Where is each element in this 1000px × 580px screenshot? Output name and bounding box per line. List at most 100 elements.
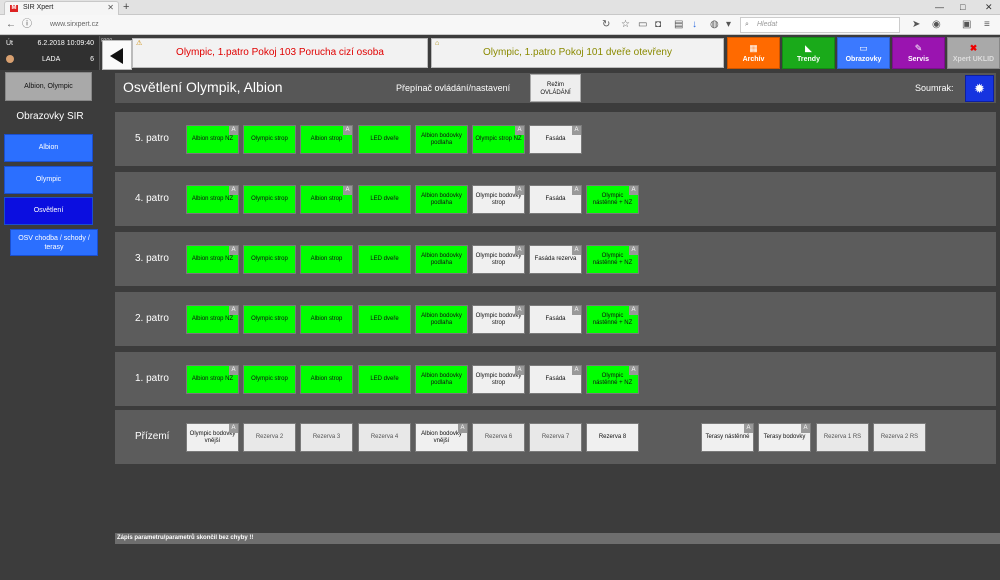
close-tab-icon[interactable]: ✕	[107, 2, 114, 14]
user-row[interactable]: LADA 6	[6, 55, 98, 63]
floor-label: Přízemí	[135, 431, 170, 442]
auto-mode-badge: A	[744, 424, 753, 433]
light-button[interactable]: Albion strop NZ A	[186, 365, 239, 394]
light-button[interactable]: Albion strop	[300, 305, 353, 334]
light-button[interactable]: Albion bodovky podlaha	[415, 185, 468, 214]
service-button[interactable]: ✎ Servis	[892, 37, 945, 69]
light-button[interactable]: Rezerva 7	[529, 423, 582, 452]
light-button[interactable]: Olympic nástěnné + NZ A	[586, 185, 639, 214]
light-button[interactable]: Olympic bodovky strop A	[472, 185, 525, 214]
date-time: Út 6.2.2018 10:09:40	[6, 40, 98, 47]
auto-mode-badge: A	[229, 366, 238, 375]
light-button[interactable]: LED dveře	[358, 125, 411, 154]
area-button[interactable]: Albion, Olympic	[5, 72, 92, 101]
chevron-down-icon[interactable]: ▾	[726, 18, 731, 32]
sidebar-item-corridor-lighting[interactable]: OSV chodba / schody / terasy	[10, 229, 98, 256]
light-button[interactable]: Terasy bodovky A	[758, 423, 811, 452]
history-icon[interactable]: ◍	[710, 18, 719, 32]
light-button[interactable]: Fasáda A	[529, 305, 582, 334]
reload-icon[interactable]: ↻	[602, 18, 610, 32]
maximize-icon[interactable]: □	[960, 0, 965, 14]
light-button[interactable]: Olympic strop	[243, 365, 296, 394]
light-button[interactable]: Rezerva 4	[358, 423, 411, 452]
light-button[interactable]: Olympic strop	[243, 305, 296, 334]
light-button[interactable]: Rezerva 8	[586, 423, 639, 452]
logout-button[interactable]: ✖ Xpert UKLID	[947, 37, 1000, 69]
light-button[interactable]: Albion bodovky podlaha	[415, 305, 468, 334]
light-button[interactable]: Fasáda A	[529, 125, 582, 154]
light-button[interactable]: Albion strop	[300, 245, 353, 274]
send-icon[interactable]: ➤	[912, 18, 920, 32]
new-tab-icon[interactable]: +	[123, 0, 129, 14]
info-icon[interactable]: ⓘ	[22, 18, 32, 32]
bookmark-star-icon[interactable]: ☆	[621, 18, 630, 32]
light-button[interactable]: Olympic nástěnné + NZ A	[586, 365, 639, 394]
light-label: Terasy bodovky	[763, 434, 806, 440]
sidebar-item-albion[interactable]: Albion	[4, 134, 93, 162]
browser-tab[interactable]: M SIR Xpert ✕	[4, 1, 119, 15]
light-button[interactable]: LED dveře	[358, 365, 411, 394]
light-button[interactable]: Albion strop A	[300, 125, 353, 154]
auto-mode-badge: A	[629, 306, 638, 315]
dusk-button[interactable]: ✹	[965, 75, 994, 102]
light-button[interactable]: Albion bodovky podlaha	[415, 125, 468, 154]
light-button[interactable]: Olympic strop	[243, 245, 296, 274]
screens-button[interactable]: ▭ Obrazovky	[837, 37, 890, 69]
alarm-message-1[interactable]: ⚠ Olympic, 1.patro Pokoj 103 Porucha ciz…	[132, 38, 428, 68]
page-icon[interactable]: ▤	[674, 18, 683, 32]
light-button[interactable]: Albion strop A	[300, 185, 353, 214]
close-window-icon[interactable]: ✕	[985, 0, 993, 14]
download-icon[interactable]: ↓	[692, 18, 697, 32]
light-button[interactable]: Albion strop NZ A	[186, 245, 239, 274]
light-button[interactable]: Albion strop	[300, 365, 353, 394]
light-button[interactable]: Olympic bodovky strop A	[472, 245, 525, 274]
light-button[interactable]: Olympic bodovky strop A	[472, 305, 525, 334]
light-button[interactable]: Albion strop NZ A	[186, 125, 239, 154]
gift-icon[interactable]: ▣	[962, 18, 971, 32]
light-button[interactable]: Rezerva 2 RS	[873, 423, 926, 452]
light-button[interactable]: LED dveře	[358, 305, 411, 334]
light-button[interactable]: Albion bodovky vnější A	[415, 423, 468, 452]
mode-button[interactable]: Režim OVLÁDÁNÍ	[530, 74, 581, 102]
pocket-icon[interactable]: ◘	[655, 18, 661, 32]
tab-title: SIR Xpert	[23, 4, 54, 11]
back-icon[interactable]: ←	[6, 18, 16, 32]
light-button[interactable]: Fasáda rezerva A	[529, 245, 582, 274]
light-button[interactable]: Fasáda A	[529, 365, 582, 394]
light-button[interactable]: Olympic nástěnné + NZ A	[586, 305, 639, 334]
account-icon[interactable]: ◉	[932, 18, 941, 32]
page-title: Osvětlení Olympik, Albion	[123, 79, 283, 95]
alarm-message-2[interactable]: ⌂ Olympic, 1.patro Pokoj 101 dveře otevř…	[431, 38, 724, 68]
light-button[interactable]: LED dveře	[358, 185, 411, 214]
alarm-text-1: Olympic, 1.patro Pokoj 103 Porucha cizí …	[176, 47, 384, 58]
user-panel: Út 6.2.2018 10:09:40 LADA 6	[0, 36, 100, 70]
sidebar-item-lighting[interactable]: Osvětlení	[4, 197, 93, 225]
archive-button[interactable]: ▦ Archív	[727, 37, 780, 69]
light-button[interactable]: Rezerva 2	[243, 423, 296, 452]
back-button[interactable]	[102, 40, 132, 70]
reader-icon[interactable]: ▭	[638, 18, 647, 32]
search-input[interactable]: ⌕ Hledat	[740, 17, 900, 33]
sidebar-item-olympic[interactable]: Olympic	[4, 166, 93, 194]
minimize-icon[interactable]: —	[935, 0, 944, 14]
light-button[interactable]: Albion bodovky podlaha	[415, 245, 468, 274]
light-button[interactable]: Olympic strop NZ A	[472, 125, 525, 154]
light-button[interactable]: Rezerva 3	[300, 423, 353, 452]
menu-icon[interactable]: ≡	[984, 18, 990, 32]
light-button[interactable]: Albion bodovky podlaha	[415, 365, 468, 394]
light-button[interactable]: Fasáda A	[529, 185, 582, 214]
url-bar[interactable]: www.sirxpert.cz	[50, 18, 590, 32]
light-button[interactable]: Rezerva 6	[472, 423, 525, 452]
trends-button[interactable]: ◣ Trendy	[782, 37, 835, 69]
light-button[interactable]: Olympic bodovky vnější A	[186, 423, 239, 452]
light-button[interactable]: Olympic strop	[243, 185, 296, 214]
light-button[interactable]: Olympic nástěnné + NZ A	[586, 245, 639, 274]
light-button[interactable]: LED dveře	[358, 245, 411, 274]
light-button[interactable]: Terasy nástěnné A	[701, 423, 754, 452]
light-button[interactable]: Olympic strop	[243, 125, 296, 154]
light-button[interactable]: Rezerva 1 RS	[816, 423, 869, 452]
light-button[interactable]: Albion strop NZ A	[186, 305, 239, 334]
light-button[interactable]: Olympic bodovky strop A	[472, 365, 525, 394]
light-button[interactable]: Albion strop NZ A	[186, 185, 239, 214]
auto-mode-badge: A	[515, 186, 524, 195]
